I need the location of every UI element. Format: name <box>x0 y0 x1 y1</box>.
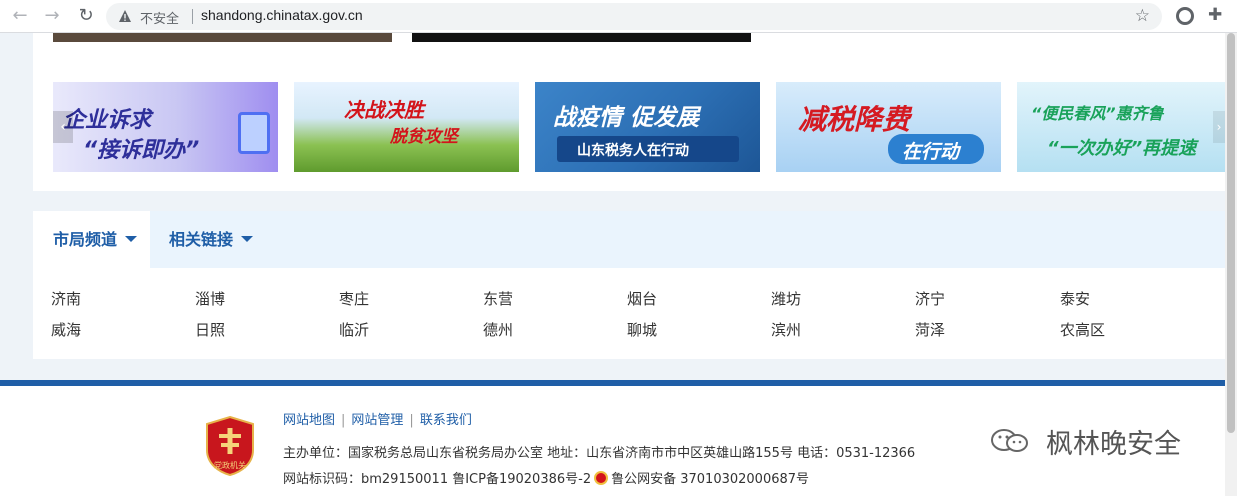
city-link[interactable]: 济南 <box>51 288 81 309</box>
page-scrollbar[interactable] <box>1225 33 1237 496</box>
registration-info: 网站标识码：bm29150011 鲁ICP备19020386号-2 鲁公网安备 3… <box>283 468 809 487</box>
document-check-icon <box>238 112 270 154</box>
extension-circle-icon[interactable] <box>1176 7 1194 25</box>
url-text[interactable]: shandong.chinatax.gov.cn <box>201 7 363 23</box>
city-link[interactable]: 菏泽 <box>915 319 945 340</box>
banner-title: 减税降费 <box>798 103 911 136</box>
banner-title: “便民春风”惠齐鲁 <box>1031 104 1164 123</box>
banner-tax-reduction[interactable]: 减税降费 在行动 <box>776 82 1001 172</box>
site-admin-link[interactable]: 网站管理 <box>351 413 403 428</box>
police-badge-icon <box>594 471 609 485</box>
contact-us-link[interactable]: 联系我们 <box>420 413 472 428</box>
carousel-next-icon[interactable]: › <box>1213 111 1225 143</box>
forward-arrow-icon[interactable]: → <box>40 5 64 27</box>
host-info: 主办单位：国家税务总局山东省税务局办公室 地址：山东省济南市市中区英雄山路155… <box>283 446 916 461</box>
address-bar[interactable]: 不安全 shandong.chinatax.gov.cn ☆ <box>106 3 1162 30</box>
banner-fight-epidemic[interactable]: 战疫情 促发展 山东税务人在行动 <box>535 82 760 172</box>
watermark-text: 枫林晚安全 <box>1046 429 1181 460</box>
caret-down-icon <box>241 236 254 242</box>
city-link[interactable]: 东营 <box>483 288 513 309</box>
banner-subtitle: 脱贫攻坚 <box>390 127 458 147</box>
warning-icon[interactable] <box>118 9 132 23</box>
banner-subtitle: “一次办好”再提速 <box>1047 138 1197 159</box>
links-panel: 市局频道 相关链接 济南 淄博 枣庄 东营 烟台 潍坊 济宁 泰安 威海 日照 … <box>33 211 1225 359</box>
city-link[interactable]: 烟台 <box>627 288 657 309</box>
banner-convenience[interactable]: “便民春风”惠齐鲁 “一次办好”再提速 <box>1017 82 1225 172</box>
city-link[interactable]: 农高区 <box>1060 319 1105 340</box>
scrollbar-thumb[interactable] <box>1227 33 1235 433</box>
city-link[interactable]: 日照 <box>195 319 225 340</box>
city-link[interactable]: 济宁 <box>915 288 945 309</box>
wechat-icon <box>991 429 1028 452</box>
page-content: 企业诉求 “接诉即办” 决战决胜 脱贫攻坚 战疫情 促发展 山东税务人在行动 减… <box>0 33 1225 496</box>
city-link[interactable]: 德州 <box>483 319 513 340</box>
tab-related-links[interactable]: 相关链接 <box>149 211 254 268</box>
emblem-text: 党政机关 <box>214 460 246 470</box>
tab-bar: 市局频道 相关链接 <box>33 211 1225 268</box>
city-link[interactable]: 潍坊 <box>771 288 801 309</box>
party-government-emblem-icon[interactable]: 党政机关 <box>205 416 255 476</box>
banner-title: 决战决胜 <box>344 98 424 122</box>
top-image-right[interactable] <box>412 33 751 42</box>
banner-poverty-alleviation[interactable]: 决战决胜 脱贫攻坚 <box>294 82 519 172</box>
banner-carousel: 企业诉求 “接诉即办” 决战决胜 脱贫攻坚 战疫情 促发展 山东税务人在行动 减… <box>33 33 1225 191</box>
city-link[interactable]: 威海 <box>51 319 81 340</box>
carousel-prev-icon[interactable]: ‹ <box>53 111 73 143</box>
site-id-text[interactable]: 网站标识码：bm29150011 鲁ICP备19020386号-2 <box>283 472 591 487</box>
top-image-left[interactable] <box>53 33 392 42</box>
link-divider: | <box>409 413 414 428</box>
footer: 党政机关 网站地图 | 网站管理 | 联系我们 主办单位：国家税务总局山东省税务局办公室… <box>0 380 1225 496</box>
caret-down-icon <box>125 236 138 242</box>
omnibox-divider <box>192 9 193 24</box>
footer-links: 网站地图 | 网站管理 | 联系我们 <box>283 409 472 428</box>
sitemap-link[interactable]: 网站地图 <box>283 413 335 428</box>
star-icon[interactable]: ☆ <box>1135 6 1150 26</box>
city-link[interactable]: 滨州 <box>771 319 801 340</box>
security-label[interactable]: 不安全 <box>140 8 179 27</box>
banner-subtitle: 山东税务人在行动 <box>577 143 689 159</box>
reload-icon[interactable]: ↻ <box>74 5 98 27</box>
city-link[interactable]: 聊城 <box>627 319 657 340</box>
city-link[interactable]: 淄博 <box>195 288 225 309</box>
banner-title: 战疫情 促发展 <box>553 105 700 131</box>
back-arrow-icon[interactable]: ← <box>8 5 32 27</box>
banner-enterprise-appeal[interactable]: 企业诉求 “接诉即办” <box>53 82 278 172</box>
browser-toolbar: ← → ↻ 不安全 shandong.chinatax.gov.cn ☆ ✚ <box>0 0 1237 33</box>
city-link[interactable]: 临沂 <box>339 319 369 340</box>
banner-subtitle: “接诉即办” <box>83 138 200 163</box>
tab-label: 市局频道 <box>53 230 118 249</box>
banner-title: 企业诉求 <box>63 108 152 133</box>
banner-subtitle: 在行动 <box>902 141 960 163</box>
city-link[interactable]: 泰安 <box>1060 288 1090 309</box>
link-divider: | <box>341 413 346 428</box>
tab-label: 相关链接 <box>169 230 234 249</box>
city-link[interactable]: 枣庄 <box>339 288 369 309</box>
puzzle-icon[interactable]: ✚ <box>1208 5 1222 25</box>
police-record-text[interactable]: 鲁公网安备 37010302000687号 <box>611 472 809 487</box>
tab-city-channels[interactable]: 市局频道 <box>33 211 150 268</box>
